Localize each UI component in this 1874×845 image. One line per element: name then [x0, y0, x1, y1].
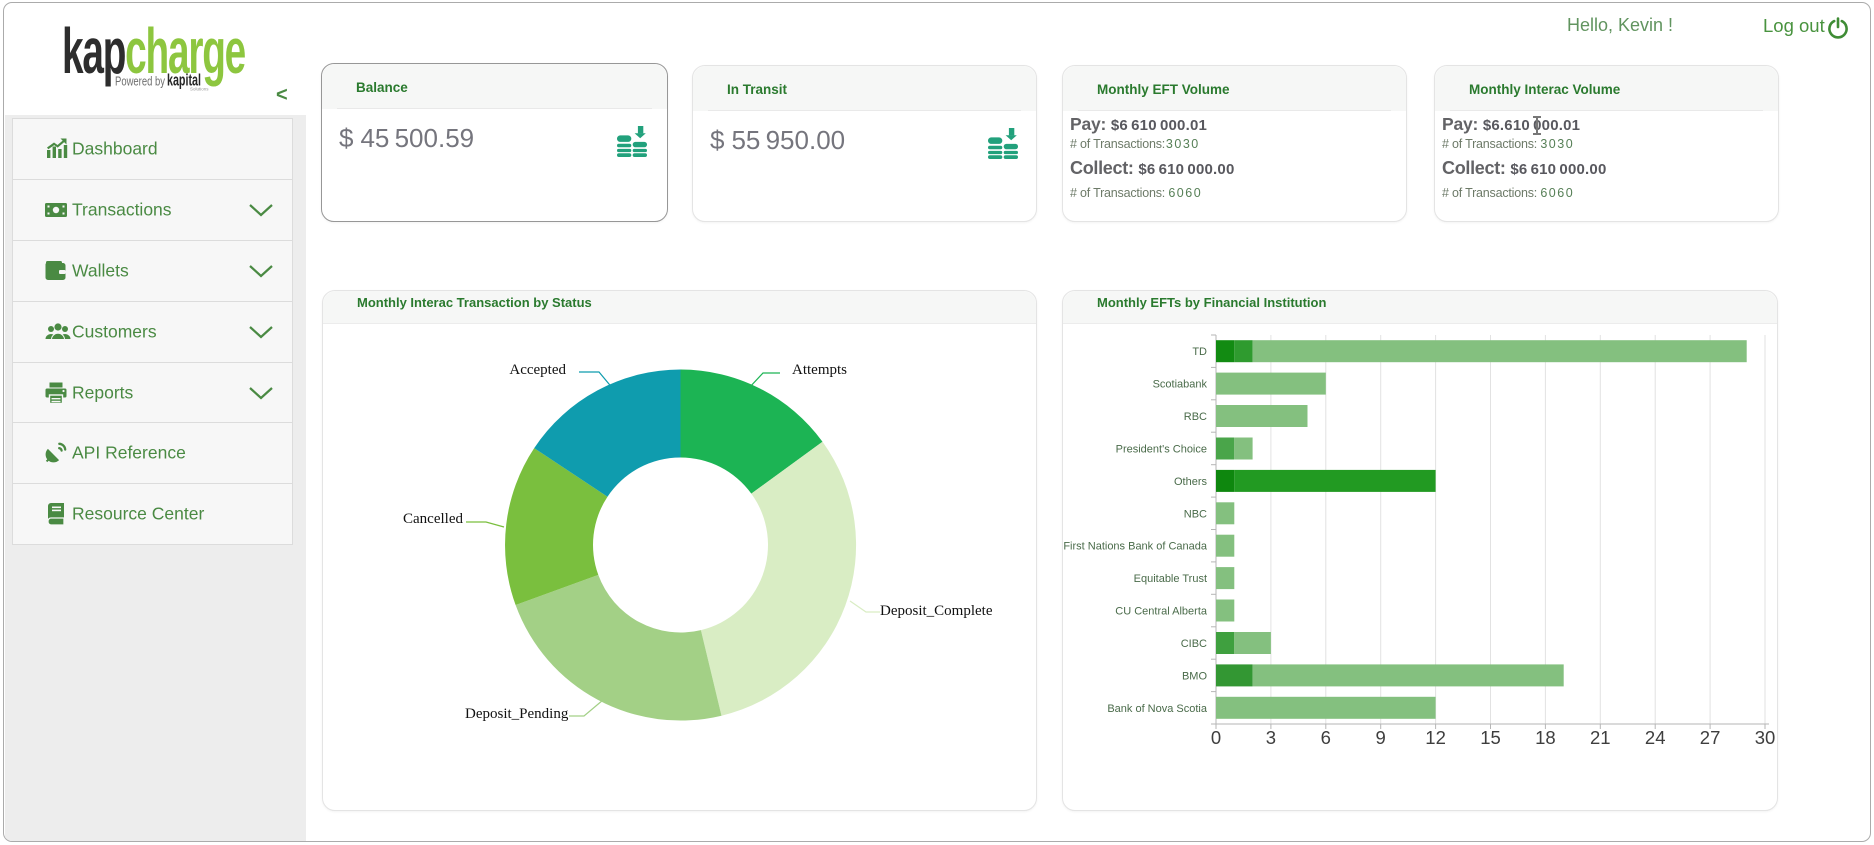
svg-text:Accepted: Accepted — [509, 362, 566, 378]
svg-text:3: 3 — [1266, 727, 1276, 748]
svg-text:18: 18 — [1535, 727, 1556, 748]
svg-text:Cancelled: Cancelled — [403, 511, 463, 527]
svg-text:Bank of Nova Scotia: Bank of Nova Scotia — [1107, 703, 1208, 715]
svg-text:President's Choice: President's Choice — [1116, 444, 1207, 456]
svg-text:Scotiabank: Scotiabank — [1153, 379, 1208, 391]
svg-text:Deposit_Pending: Deposit_Pending — [465, 706, 569, 722]
svg-text:24: 24 — [1645, 727, 1666, 748]
svg-text:12: 12 — [1425, 727, 1446, 748]
svg-text:27: 27 — [1700, 727, 1721, 748]
svg-text:Attempts: Attempts — [792, 362, 847, 378]
svg-text:TD: TD — [1192, 346, 1207, 358]
svg-text:CU Central Alberta: CU Central Alberta — [1115, 606, 1208, 618]
svg-text:Solutions: Solutions — [190, 87, 209, 92]
svg-text:Others: Others — [1174, 476, 1208, 488]
svg-text:NBC: NBC — [1184, 508, 1207, 520]
svg-text:6: 6 — [1321, 727, 1331, 748]
svg-text:21: 21 — [1590, 727, 1611, 748]
svg-text:0: 0 — [1211, 727, 1221, 748]
svg-text:Deposit_Complete: Deposit_Complete — [880, 603, 993, 619]
svg-text:Powered by: Powered by — [115, 74, 165, 89]
svg-text:RBC: RBC — [1184, 411, 1207, 423]
svg-text:30: 30 — [1755, 727, 1776, 748]
svg-text:First Nations Bank of Canada: First Nations Bank of Canada — [1063, 541, 1208, 553]
svg-text:9: 9 — [1376, 727, 1386, 748]
svg-text:CIBC: CIBC — [1181, 638, 1207, 650]
svg-text:Equitable Trust: Equitable Trust — [1134, 573, 1207, 585]
svg-text:15: 15 — [1480, 727, 1501, 748]
svg-text:BMO: BMO — [1182, 670, 1208, 682]
